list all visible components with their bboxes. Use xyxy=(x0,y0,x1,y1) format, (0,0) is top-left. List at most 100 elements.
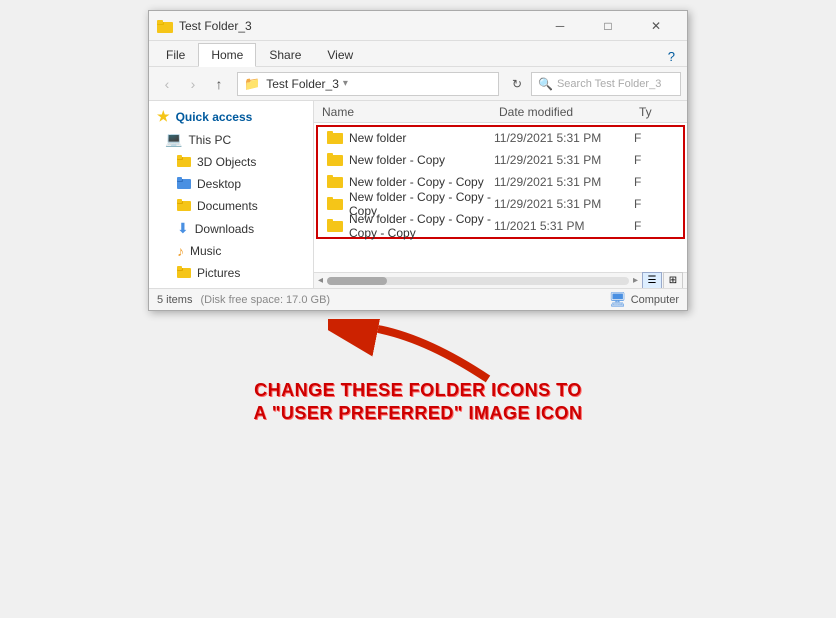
file-list-area: Name Date modified Ty xyxy=(314,101,687,288)
status-location: Computer xyxy=(631,294,679,306)
sidebar-label-music: Music xyxy=(190,244,221,258)
folder-icon-title xyxy=(157,19,173,33)
sidebar-label-pictures: Pictures xyxy=(197,266,240,280)
file-name-0: New folder xyxy=(349,131,494,145)
tab-home[interactable]: Home xyxy=(198,43,256,67)
sidebar-label-downloads: Downloads xyxy=(195,222,254,236)
col-header-type[interactable]: Ty xyxy=(639,105,679,119)
folder-icon-3 xyxy=(327,196,343,212)
sidebar-item-thispc[interactable]: 💻 This PC xyxy=(149,128,313,151)
file-date-2: 11/29/2021 5:31 PM xyxy=(494,175,634,189)
sidebar-item-desktop[interactable]: Desktop xyxy=(149,173,313,195)
file-date-4: 11/2021 5:31 PM xyxy=(494,219,634,233)
table-row[interactable]: New folder 11/29/2021 5:31 PM F xyxy=(318,127,683,149)
file-type-1: F xyxy=(634,153,674,167)
horizontal-scrollbar[interactable]: ◂ ▸ ☰ ⊞ xyxy=(314,272,687,288)
hscroll-track[interactable] xyxy=(327,277,629,285)
file-type-4: F xyxy=(634,219,674,233)
hscroll-right[interactable]: ▸ xyxy=(633,275,638,286)
sidebar-item-music[interactable]: ♪ Music xyxy=(149,240,313,262)
view-icons-button[interactable]: ⊞ xyxy=(663,272,683,289)
status-items: 5 items xyxy=(157,294,192,306)
title-bar: Test Folder_3 ─ □ ✕ xyxy=(149,11,687,41)
annotation-area: CHANGE THESE FOLDER ICONS TO A "USER PRE… xyxy=(148,319,688,426)
sidebar-label-desktop: Desktop xyxy=(197,177,241,191)
annotation-line2: A "USER PREFERRED" IMAGE ICON xyxy=(254,403,583,423)
address-bar[interactable]: 📁 Test Folder_3 ▾ xyxy=(237,72,499,96)
sidebar-label-3dobjects: 3D Objects xyxy=(197,155,256,169)
folder-icon-1 xyxy=(327,152,343,168)
tab-file[interactable]: File xyxy=(153,43,198,66)
sidebar-label-thispc: This PC xyxy=(188,133,231,147)
file-type-0: F xyxy=(634,131,674,145)
downloads-icon: ⬇ xyxy=(177,220,189,237)
tab-share[interactable]: Share xyxy=(256,43,314,66)
file-type-3: F xyxy=(634,197,674,211)
maximize-button[interactable]: □ xyxy=(585,11,631,41)
minimize-button[interactable]: ─ xyxy=(537,11,583,41)
computer-icon: 🖥 xyxy=(609,291,627,308)
window-icon xyxy=(157,18,173,34)
table-row[interactable]: New folder - Copy 11/29/2021 5:31 PM F xyxy=(318,149,683,171)
sidebar-item-3dobjects[interactable]: 3D Objects xyxy=(149,151,313,173)
forward-button[interactable]: › xyxy=(181,72,205,96)
close-button[interactable]: ✕ xyxy=(633,11,679,41)
sidebar: ★ Quick access 💻 This PC 3D Objects Desk… xyxy=(149,101,314,288)
status-disk-space: (Disk free space: 17.0 GB) xyxy=(200,294,330,306)
file-date-3: 11/29/2021 5:31 PM xyxy=(494,197,634,211)
music-icon: ♪ xyxy=(177,243,184,259)
desktop-icon xyxy=(177,176,191,192)
annotation-line1: CHANGE THESE FOLDER ICONS TO xyxy=(254,380,582,400)
col-header-name[interactable]: Name xyxy=(322,105,499,119)
sidebar-item-pictures[interactable]: Pictures xyxy=(149,262,313,284)
thispc-icon: 💻 xyxy=(165,131,182,148)
file-list: New folder 11/29/2021 5:31 PM F New fold… xyxy=(314,123,687,272)
file-type-2: F xyxy=(634,175,674,189)
quick-access-icon: ★ xyxy=(157,108,170,125)
status-bar: 5 items (Disk free space: 17.0 GB) 🖥 Com… xyxy=(149,288,687,310)
toolbar: ‹ › ↑ 📁 Test Folder_3 ▾ ↻ 🔍 Search Test … xyxy=(149,67,687,101)
hscroll-left[interactable]: ◂ xyxy=(318,275,323,286)
search-placeholder: Search Test Folder_3 xyxy=(557,78,661,90)
ribbon-tabs: File Home Share View ? xyxy=(149,41,687,67)
table-row[interactable]: New folder - Copy - Copy - Copy - Copy 1… xyxy=(318,215,683,237)
address-text: Test Folder_3 xyxy=(266,77,339,91)
file-list-border-container: New folder 11/29/2021 5:31 PM F New fold… xyxy=(316,125,685,239)
window-controls: ─ □ ✕ xyxy=(537,11,679,41)
status-right: 🖥 Computer xyxy=(609,291,679,308)
file-list-header: Name Date modified Ty xyxy=(314,101,687,123)
hscroll-thumb[interactable] xyxy=(327,277,387,285)
pictures-icon xyxy=(177,265,191,281)
refresh-button[interactable]: ↻ xyxy=(505,72,529,96)
search-bar[interactable]: 🔍 Search Test Folder_3 xyxy=(531,72,681,96)
tab-view[interactable]: View xyxy=(314,43,366,66)
back-button[interactable]: ‹ xyxy=(155,72,179,96)
sidebar-item-downloads[interactable]: ⬇ Downloads xyxy=(149,217,313,240)
documents-icon xyxy=(177,198,191,214)
file-date-1: 11/29/2021 5:31 PM xyxy=(494,153,634,167)
folder-icon-4 xyxy=(327,218,343,234)
main-area: ★ Quick access 💻 This PC 3D Objects Desk… xyxy=(149,101,687,288)
folder-icon-0 xyxy=(327,130,343,146)
file-name-1: New folder - Copy xyxy=(349,153,494,167)
address-dropdown-icon[interactable]: ▾ xyxy=(343,78,348,89)
sidebar-quick-access[interactable]: ★ Quick access xyxy=(149,105,313,128)
sidebar-label-documents: Documents xyxy=(197,199,258,213)
up-button[interactable]: ↑ xyxy=(207,72,231,96)
file-date-0: 11/29/2021 5:31 PM xyxy=(494,131,634,145)
3dobjects-icon xyxy=(177,154,191,170)
quick-access-label: Quick access xyxy=(176,110,253,124)
annotation-text: CHANGE THESE FOLDER ICONS TO A "USER PRE… xyxy=(254,379,583,426)
view-buttons: ☰ ⊞ xyxy=(642,272,683,289)
view-details-button[interactable]: ☰ xyxy=(642,272,662,289)
address-folder-icon: 📁 xyxy=(244,76,260,92)
file-name-4: New folder - Copy - Copy - Copy - Copy xyxy=(349,212,494,240)
help-button[interactable]: ? xyxy=(660,47,683,66)
file-explorer-window: Test Folder_3 ─ □ ✕ File Home Share View… xyxy=(148,10,688,311)
search-icon: 🔍 xyxy=(538,77,553,91)
window-title: Test Folder_3 xyxy=(179,19,537,33)
sidebar-item-documents[interactable]: Documents xyxy=(149,195,313,217)
folder-icon-2 xyxy=(327,174,343,190)
file-name-2: New folder - Copy - Copy xyxy=(349,175,494,189)
col-header-date[interactable]: Date modified xyxy=(499,105,639,119)
